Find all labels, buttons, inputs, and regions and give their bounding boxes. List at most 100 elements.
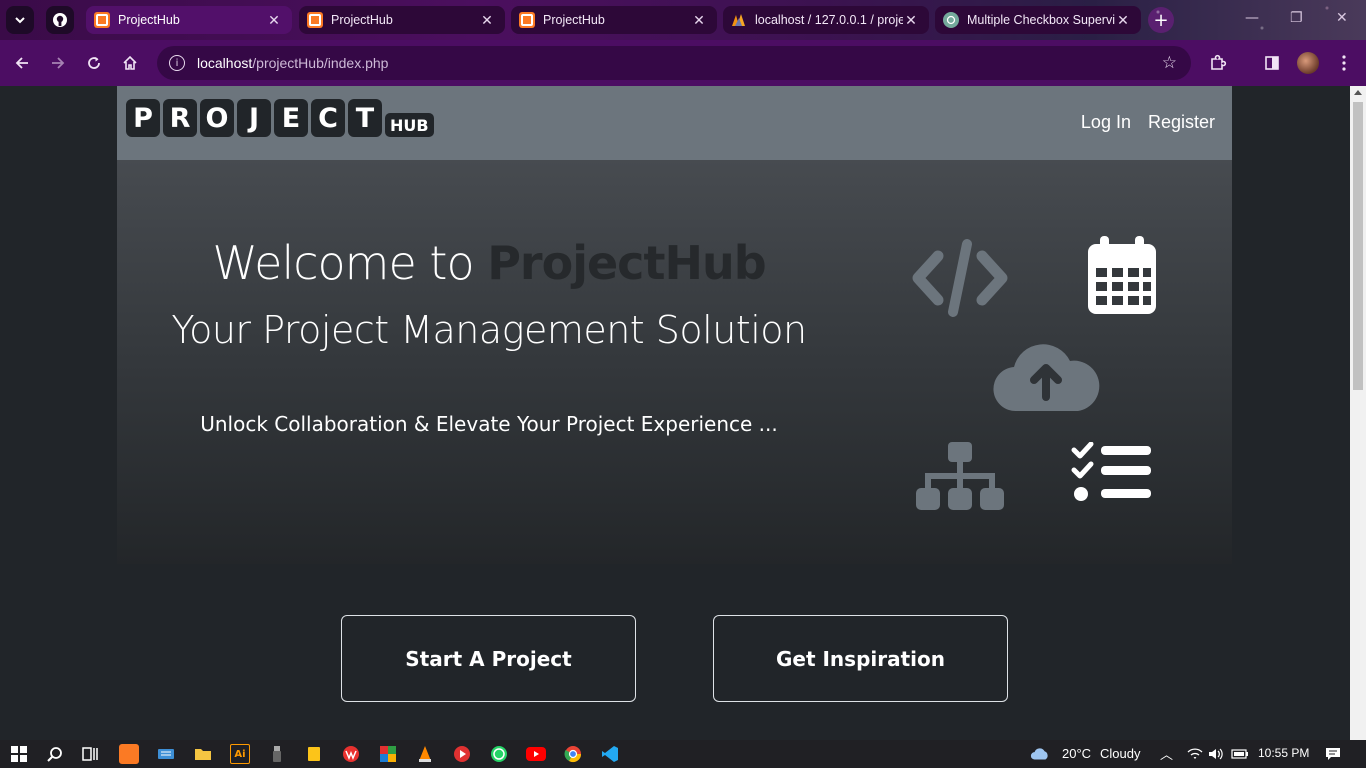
browser-tab-strip: ProjectHub ✕ ProjectHub ✕ ProjectHub ✕ l… (0, 0, 1366, 40)
home-button[interactable] (119, 52, 141, 74)
whatsapp-icon[interactable] (489, 744, 509, 764)
tab-projecthub-3[interactable]: ProjectHub ✕ (511, 6, 717, 34)
close-icon[interactable]: ✕ (479, 12, 495, 29)
hero-tagline: Unlock Collaboration & Elevate Your Proj… (200, 412, 778, 436)
hero-section: Welcome to ProjectHub Your Project Manag… (117, 160, 1232, 564)
reload-icon (88, 57, 100, 69)
page-scrollbar[interactable] (1350, 86, 1366, 740)
sitemap-icon (916, 442, 1004, 510)
wps-office-icon[interactable] (341, 744, 361, 764)
home-icon (123, 55, 137, 70)
illustrator-icon[interactable]: Ai (230, 744, 250, 764)
site-info-icon[interactable]: i (169, 55, 185, 71)
xampp-icon (307, 12, 323, 28)
xampp-icon (94, 12, 110, 28)
logo-letter: P (126, 99, 160, 137)
tab-search-button[interactable] (6, 6, 34, 34)
wifi-icon[interactable] (1185, 744, 1205, 764)
projecthub-logo[interactable]: P R O J E C T HUB (126, 99, 434, 137)
hero-title: Welcome to ProjectHub (117, 236, 861, 290)
arrow-left-icon (15, 57, 28, 69)
login-link[interactable]: Log In (1081, 112, 1131, 133)
new-tab-button[interactable]: + (1148, 7, 1174, 33)
bookmark-star-icon[interactable]: ☆ (1162, 53, 1177, 73)
clock-time[interactable]: 10:55 PM (1258, 746, 1309, 760)
youtube-icon[interactable] (526, 744, 546, 764)
get-inspiration-button[interactable]: Get Inspiration (713, 615, 1008, 702)
forward-button[interactable] (47, 52, 69, 74)
weather-temp[interactable]: 20°C (1062, 746, 1091, 761)
puzzle-icon (1211, 54, 1227, 70)
code-icon (912, 239, 1008, 317)
close-icon[interactable]: ✕ (691, 12, 707, 29)
plus-icon: + (1153, 9, 1169, 31)
tab-title: Multiple Checkbox Supervi (967, 13, 1115, 27)
usb-drive-icon[interactable] (267, 744, 287, 764)
tab-projecthub-2[interactable]: ProjectHub ✕ (299, 6, 505, 34)
side-panel-button[interactable] (1261, 52, 1283, 74)
sticky-notes-icon[interactable] (304, 744, 324, 764)
vscode-icon[interactable] (600, 744, 620, 764)
chevron-up-icon[interactable]: ︿ (1160, 744, 1173, 763)
phpmyadmin-icon (731, 12, 747, 28)
cloud-upload-icon (993, 344, 1100, 412)
reload-button[interactable] (83, 52, 105, 74)
tab-phpmyadmin[interactable]: localhost / 127.0.0.1 / proje ✕ (723, 6, 929, 34)
side-panel-icon (1265, 56, 1279, 70)
start-project-button[interactable]: Start A Project (341, 615, 636, 702)
logo-letter: T (348, 99, 382, 137)
scroll-up-arrow-icon[interactable] (1354, 90, 1362, 95)
logo-letter: C (311, 99, 345, 137)
back-button[interactable] (11, 52, 33, 74)
logo-letter: J (237, 99, 271, 137)
weather-desc[interactable]: Cloudy (1100, 746, 1140, 761)
search-icon[interactable] (45, 744, 65, 764)
windows-start-icon[interactable] (9, 744, 29, 764)
url-path: /projectHub/index.php (252, 55, 389, 71)
close-icon[interactable]: ✕ (1115, 12, 1131, 29)
scrollbar-thumb[interactable] (1353, 102, 1363, 390)
chrome-icon[interactable] (563, 744, 583, 764)
vlc-icon[interactable] (415, 744, 435, 764)
hero-title-prefix: Welcome to (212, 236, 488, 290)
volume-icon[interactable] (1206, 744, 1226, 764)
calendar-icon (1088, 236, 1156, 314)
kebab-menu-icon (1342, 55, 1346, 71)
xampp-taskbar-icon[interactable] (119, 744, 139, 764)
close-icon[interactable]: ✕ (266, 12, 282, 29)
notifications-icon[interactable] (1323, 744, 1343, 764)
file-explorer-icon[interactable] (193, 744, 213, 764)
task-view-icon[interactable] (80, 744, 100, 764)
close-icon[interactable]: ✕ (903, 12, 919, 29)
colorful-app-icon[interactable] (378, 744, 398, 764)
tab-title: ProjectHub (118, 13, 180, 27)
cloudy-weather-icon[interactable] (1030, 744, 1050, 764)
chevron-down-icon (15, 17, 25, 24)
restore-button[interactable]: ❐ (1290, 10, 1303, 26)
profile-avatar[interactable] (1297, 52, 1319, 74)
tab-title: localhost / 127.0.0.1 / proje (755, 13, 903, 27)
tab-chatgpt[interactable]: Multiple Checkbox Supervi ✕ (935, 6, 1141, 34)
logo-letter: R (163, 99, 197, 137)
register-link[interactable]: Register (1148, 112, 1215, 133)
window-close-button[interactable]: ✕ (1336, 10, 1348, 26)
logo-letter: E (274, 99, 308, 137)
keyboard-icon[interactable] (156, 744, 176, 764)
media-player-icon[interactable] (452, 744, 472, 764)
windows-taskbar: Ai 20°C Cloudy ︿ 10:55 PM (0, 740, 1366, 768)
extensions-button[interactable] (1207, 52, 1229, 74)
minimize-button[interactable]: — (1245, 10, 1259, 26)
address-bar[interactable]: i localhost/projectHub/index.php ☆ (157, 46, 1191, 80)
logo-letter: O (200, 99, 234, 137)
xampp-icon (519, 12, 535, 28)
hero-title-brand: ProjectHub (487, 236, 766, 290)
github-pinned-tab[interactable] (46, 6, 74, 34)
auth-links: Log In Register (1081, 112, 1215, 133)
tab-projecthub-1[interactable]: ProjectHub ✕ (86, 6, 292, 34)
battery-icon[interactable] (1230, 744, 1250, 764)
tab-title: ProjectHub (331, 13, 393, 27)
checklist-icon (1071, 442, 1151, 501)
browser-menu-button[interactable] (1333, 52, 1355, 74)
chatgpt-icon (943, 12, 959, 28)
page-viewport: P R O J E C T HUB Log In Register Welcom… (0, 86, 1350, 740)
